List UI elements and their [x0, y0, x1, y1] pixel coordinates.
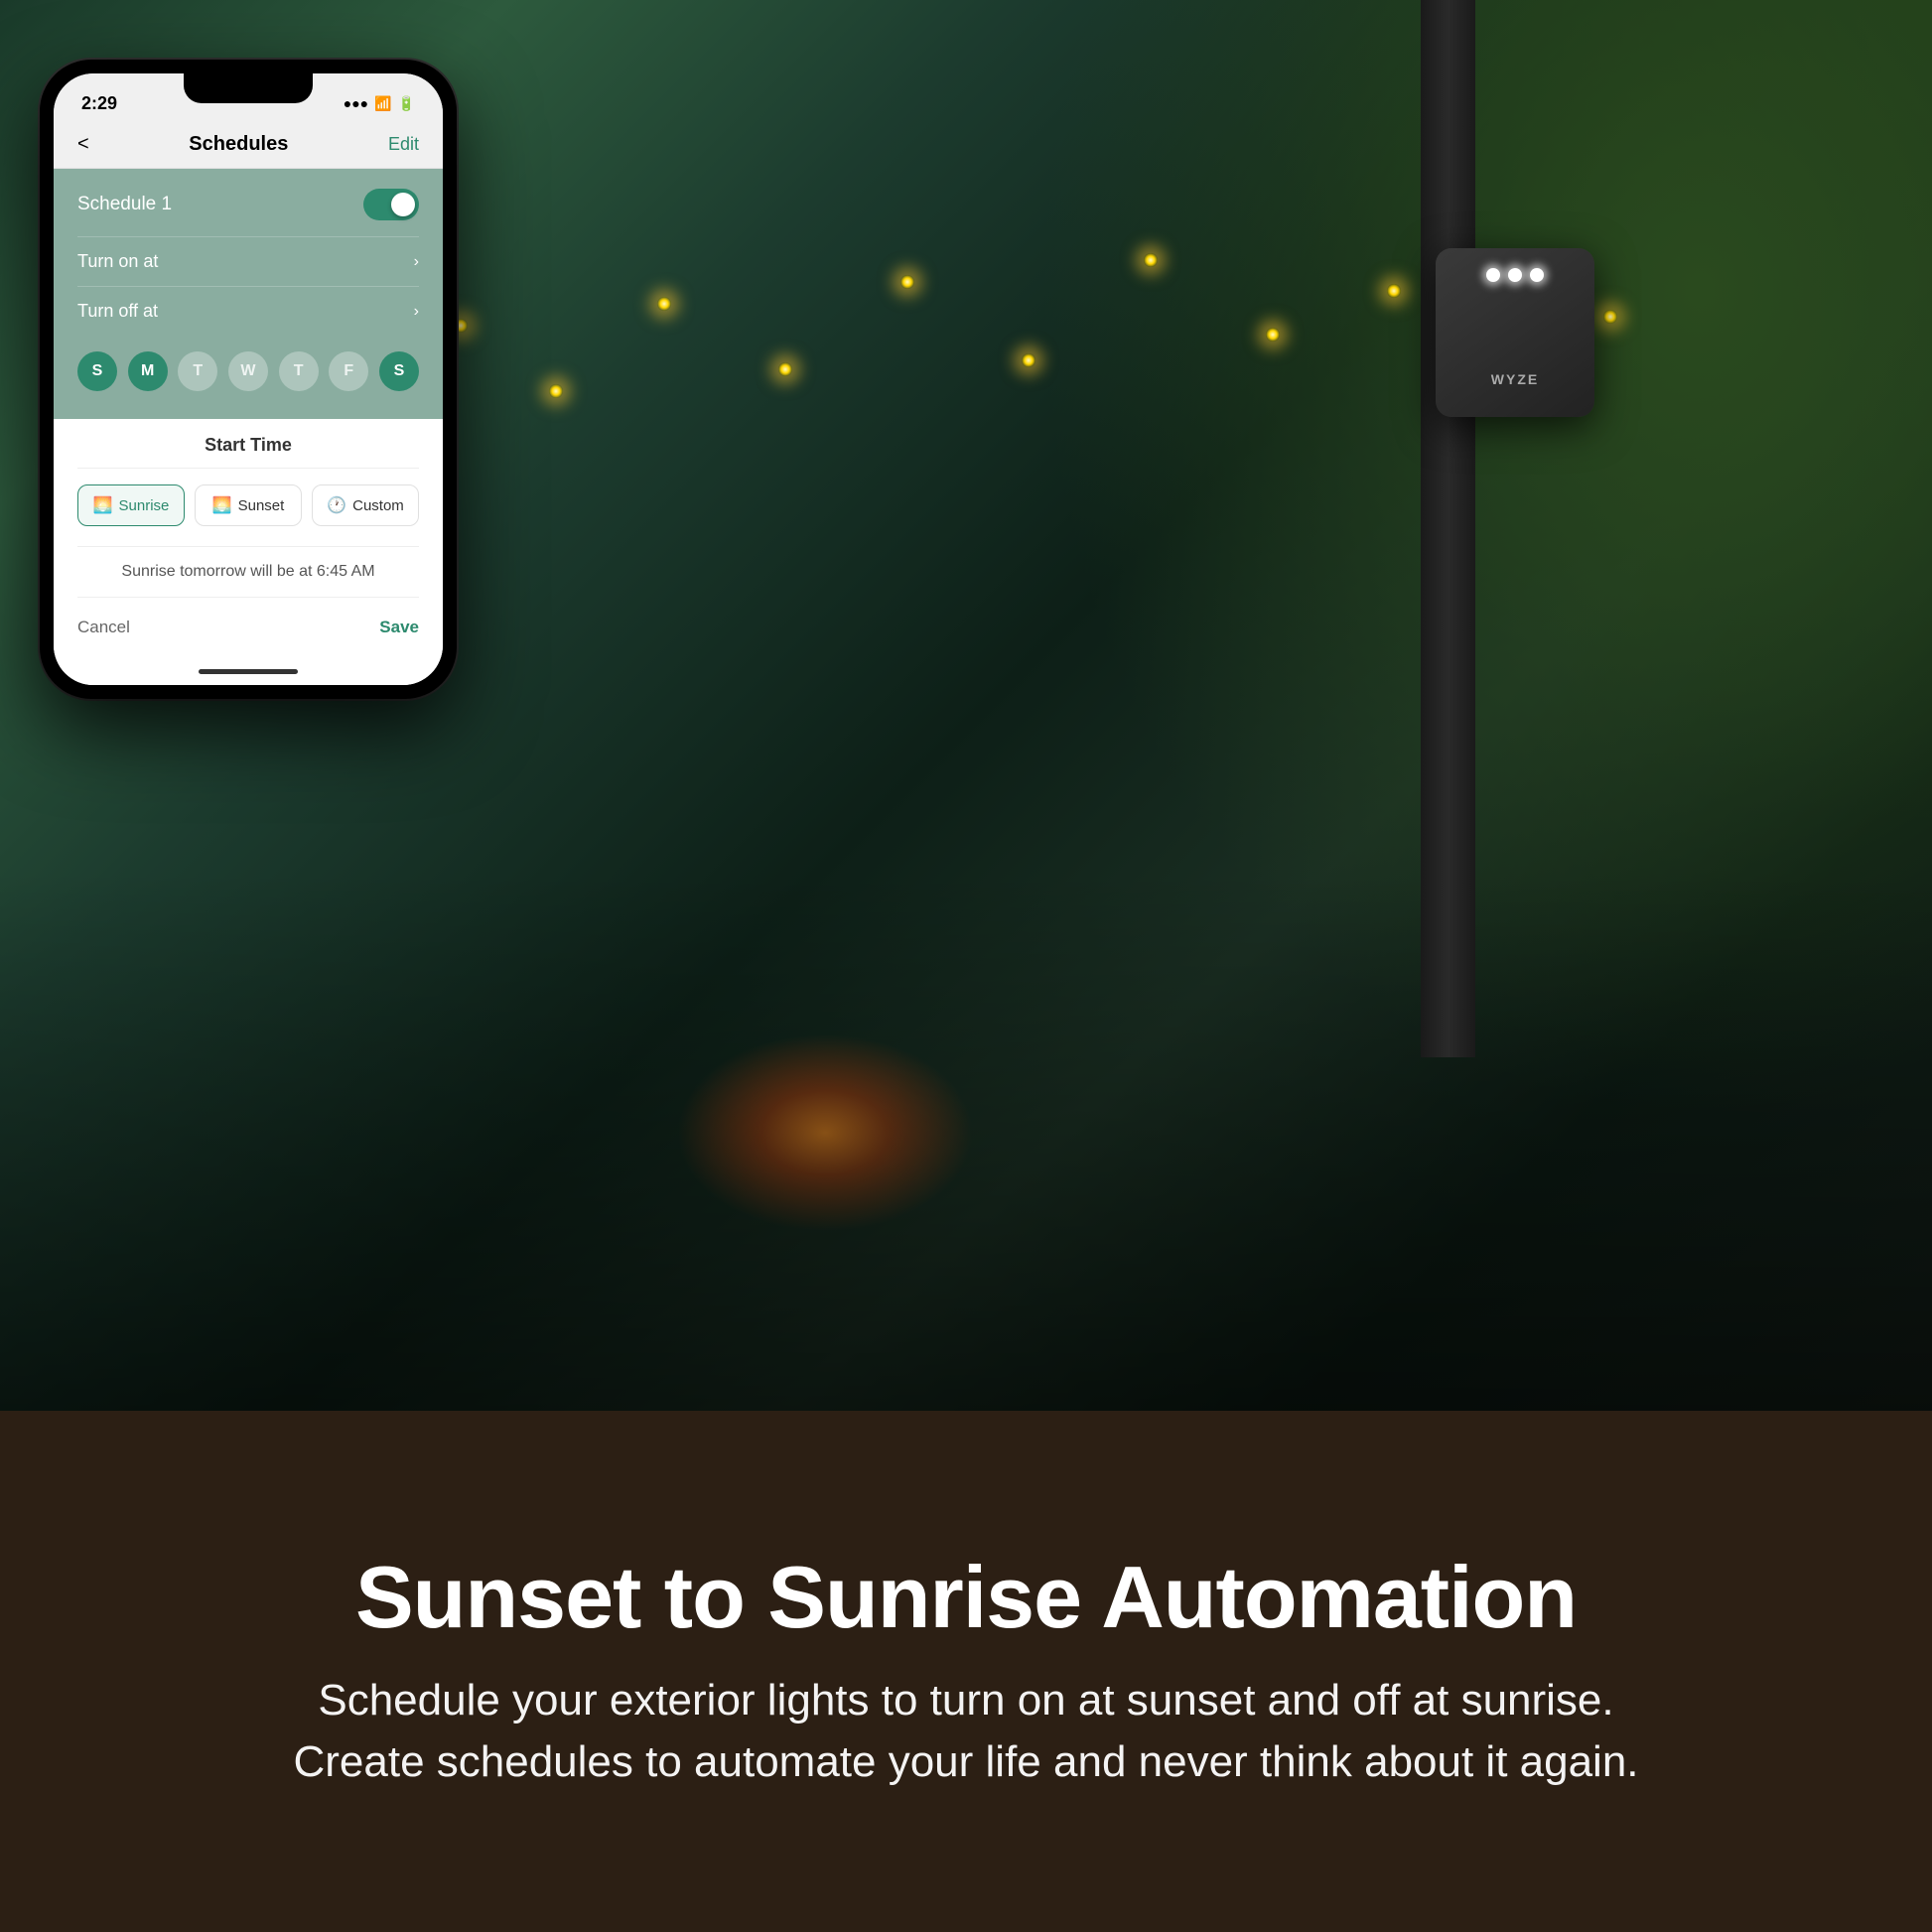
sunrise-icon: 🌅 [93, 495, 113, 515]
turn-off-chevron: › [414, 303, 419, 321]
turn-on-chevron: › [414, 253, 419, 271]
schedule-area: Schedule 1 Turn on at › Turn off at › S … [54, 169, 443, 419]
edit-button[interactable]: Edit [388, 134, 419, 155]
turn-off-label: Turn off at [77, 301, 158, 322]
day-friday[interactable]: F [329, 351, 368, 391]
phone-screen: 2:29 ●●● 📶 🔋 < Schedules Edit Schedule 1 [54, 73, 443, 685]
bottom-sheet: Start Time 🌅 Sunrise 🌅 Sunset 🕐 Custom [54, 419, 443, 657]
option-sunset[interactable]: 🌅 Sunset [195, 484, 302, 526]
nav-bar: < Schedules Edit [54, 125, 443, 169]
wyze-outdoor-plug: WYZE [1436, 248, 1614, 447]
sheet-title: Start Time [77, 435, 419, 469]
turn-on-label: Turn on at [77, 251, 158, 272]
phone-mockup: 2:29 ●●● 📶 🔋 < Schedules Edit Schedule 1 [40, 60, 457, 699]
day-tuesday[interactable]: T [178, 351, 217, 391]
home-bar [199, 669, 298, 674]
schedule-toggle[interactable] [363, 189, 419, 220]
nav-title: Schedules [189, 133, 288, 156]
days-row: S M T W T F S [77, 336, 419, 399]
pole [1421, 0, 1475, 1057]
day-saturday[interactable]: S [379, 351, 419, 391]
fire-glow [676, 1034, 974, 1232]
day-wednesday[interactable]: W [228, 351, 268, 391]
sunrise-label: Sunrise [119, 497, 170, 514]
device-light-2 [1508, 268, 1522, 282]
option-sunrise[interactable]: 🌅 Sunrise [77, 484, 185, 526]
device-light-3 [1530, 268, 1544, 282]
device-brand-label: WYZE [1491, 371, 1539, 387]
bottom-title: Sunset to Sunrise Automation [355, 1550, 1577, 1646]
phone-notch [184, 73, 313, 103]
sunset-icon: 🌅 [212, 495, 232, 515]
device-light-1 [1486, 268, 1500, 282]
signal-icon: ●●● [344, 95, 368, 111]
day-sunday[interactable]: S [77, 351, 117, 391]
cancel-button[interactable]: Cancel [77, 618, 130, 637]
option-custom[interactable]: 🕐 Custom [312, 484, 419, 526]
battery-icon: 🔋 [398, 95, 415, 112]
phone-body: 2:29 ●●● 📶 🔋 < Schedules Edit Schedule 1 [40, 60, 457, 699]
status-icons: ●●● 📶 🔋 [344, 95, 415, 112]
schedule-1-label: Schedule 1 [77, 194, 172, 215]
status-time: 2:29 [81, 93, 117, 114]
home-indicator [54, 657, 443, 685]
turn-off-row[interactable]: Turn off at › [77, 286, 419, 336]
wifi-icon: 📶 [374, 95, 391, 112]
schedule-1-row: Schedule 1 [77, 189, 419, 220]
turn-on-row[interactable]: Turn on at › [77, 236, 419, 286]
time-options: 🌅 Sunrise 🌅 Sunset 🕐 Custom [77, 484, 419, 526]
day-monday[interactable]: M [128, 351, 168, 391]
day-thursday[interactable]: T [279, 351, 319, 391]
clock-icon: 🕐 [327, 495, 346, 515]
bottom-subtitle: Schedule your exterior lights to turn on… [293, 1670, 1638, 1792]
sheet-actions: Cancel Save [77, 614, 419, 637]
info-text: Sunrise tomorrow will be at 6:45 AM [77, 546, 419, 598]
save-button[interactable]: Save [379, 618, 419, 637]
sunset-label: Sunset [238, 497, 285, 514]
custom-label: Custom [352, 497, 404, 514]
back-button[interactable]: < [77, 133, 89, 156]
bottom-bar: Sunset to Sunrise Automation Schedule yo… [0, 1411, 1932, 1932]
